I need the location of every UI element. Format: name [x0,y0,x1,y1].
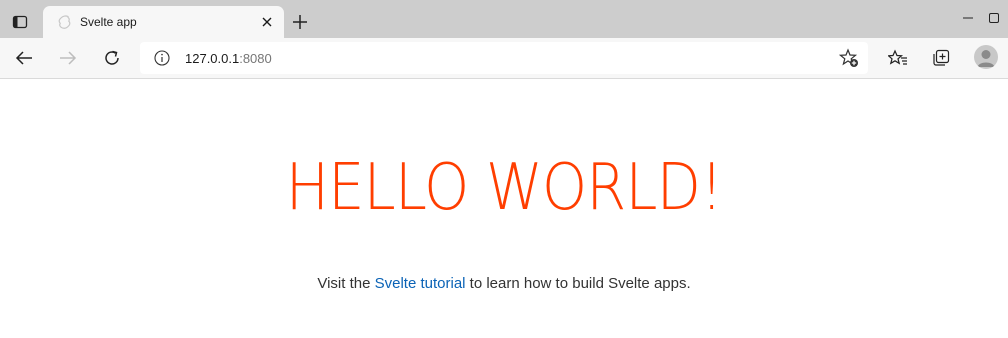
tab-close-button[interactable] [258,13,276,31]
arrow-right-icon [60,51,77,65]
collections-icon [933,49,950,66]
intro-paragraph: Visit the Svelte tutorial to learn how t… [0,275,1008,292]
close-icon [262,17,272,27]
favorites-button[interactable] [884,44,912,72]
maximize-icon [989,13,999,23]
add-favorite-button[interactable] [838,47,860,69]
profile-avatar[interactable] [974,45,998,69]
svelte-favicon-icon [57,14,71,30]
url-text: 127.0.0.1:8080 [185,51,272,66]
url-host: 127.0.0.1 [185,51,240,66]
hello-heading: HELLO WORLD! [50,151,957,225]
info-icon [154,50,170,66]
intro-text-after: to learn how to build Svelte apps. [465,275,691,292]
minimize-button[interactable] [958,8,978,28]
tab-actions-icon [12,15,28,29]
collections-button[interactable] [927,44,955,72]
maximize-button[interactable] [984,8,1004,28]
arrow-left-icon [15,51,32,65]
favorites-icon [888,49,907,65]
browser-toolbar: 127.0.0.1:8080 [0,38,1008,79]
minimize-icon [963,17,973,19]
profile-icon [977,50,995,67]
refresh-button[interactable] [98,44,126,72]
new-tab-button[interactable] [288,9,312,35]
plus-icon [293,15,307,29]
intro-text-before: Visit the [317,275,375,292]
heading-text: HELLO WORLD! [285,151,723,225]
forward-button[interactable] [54,44,82,72]
site-info-button[interactable] [153,49,171,67]
back-button[interactable] [10,44,38,72]
browser-tab[interactable]: Svelte app [43,6,284,38]
page-content: HELLO WORLD! Visit the Svelte tutorial t… [0,79,1008,338]
tab-actions-button[interactable] [6,9,34,35]
tab-title: Svelte app [80,15,137,29]
url-port: :8080 [239,51,272,66]
refresh-icon [105,50,119,65]
svelte-tutorial-link[interactable]: Svelte tutorial [375,275,466,292]
tab-strip: Svelte app [0,0,1008,38]
star-plus-icon [839,48,858,67]
address-bar[interactable]: 127.0.0.1:8080 [140,42,868,74]
